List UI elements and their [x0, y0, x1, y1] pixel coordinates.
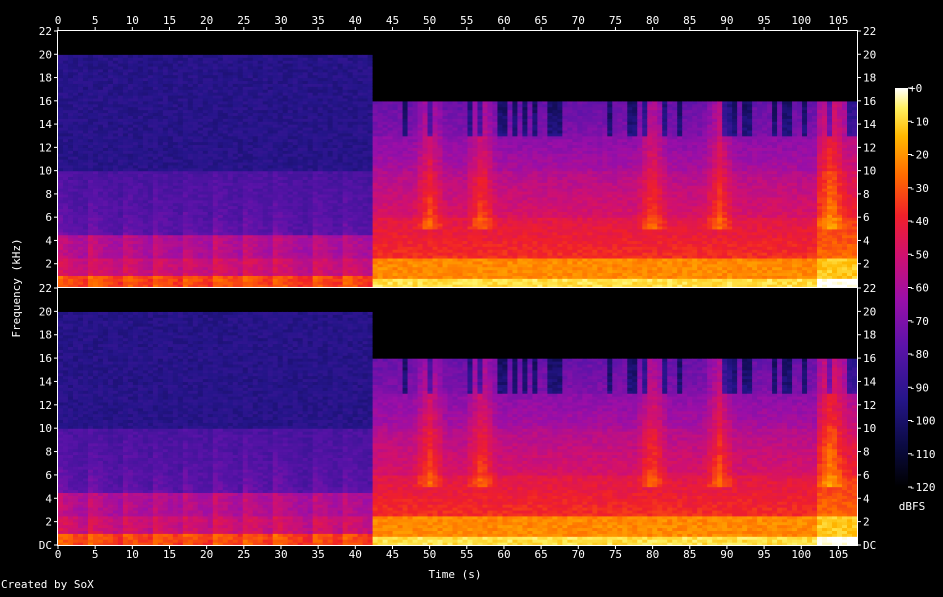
- spectrogram-cell: [87, 31, 94, 35]
- spectrogram-cell: [187, 31, 194, 35]
- spectrogram-cell: [102, 31, 109, 35]
- spectrogram-cell: [137, 31, 144, 35]
- spectrogram-cell: [72, 31, 79, 35]
- spectrogram-cell: [217, 31, 224, 35]
- spectrogram-cell: [82, 31, 89, 35]
- spectrogram-cell: [157, 31, 164, 35]
- spectrogram-cell: [212, 31, 219, 35]
- spectrogram-cell: [92, 31, 99, 35]
- spectrogram-cell: [307, 31, 314, 35]
- spectrogram-cell: [62, 31, 69, 35]
- spectrogram-chart: 0055101015152020252530303535404045455050…: [10, 14, 936, 581]
- spectrogram-cell: [147, 31, 154, 35]
- spectrogram-cell: [227, 31, 234, 35]
- spectrogram-cell: [127, 31, 134, 35]
- spectrogram-panels: [58, 31, 858, 546]
- spectrogram-cell: [262, 31, 269, 35]
- spectrogram-cell: [247, 31, 254, 35]
- spectrogram-cell: [152, 31, 159, 35]
- spectrogram-cell: [297, 31, 304, 35]
- spectrogram-cell: [132, 31, 139, 35]
- spectrogram-cell: [58, 31, 64, 35]
- spectrogram-cell: [177, 31, 184, 35]
- spectrogram-cell: [322, 31, 329, 35]
- spectrogram-cell: [287, 31, 294, 35]
- spectrogram-cell: [327, 31, 334, 35]
- spectrogram-cell: [182, 31, 189, 35]
- spectrogram-cell: [267, 31, 274, 35]
- spectrogram-cell: [107, 31, 114, 35]
- spectrogram-cell: [302, 31, 309, 35]
- spectrogram-cell: [232, 31, 239, 35]
- spectrogram-cell: [257, 31, 264, 35]
- spectrogram-cell: [277, 31, 284, 35]
- spectrogram-cell: [167, 31, 174, 35]
- spectrogram-cell: [282, 31, 289, 35]
- spectrogram-cell: [252, 31, 259, 35]
- spectrogram-cell: [332, 31, 339, 35]
- spectrogram-cell: [142, 31, 149, 35]
- spectrogram-cell: [162, 31, 169, 35]
- spectrogram-cell: [272, 31, 279, 35]
- spectrogram-cell: [192, 31, 199, 35]
- spectrogram-cell: [122, 31, 129, 35]
- channel-1-spectrogram: [58, 31, 858, 288]
- spectrogram-cell: [172, 31, 179, 35]
- spectrogram-cell: [77, 31, 84, 35]
- spectrogram-cell: [312, 31, 319, 35]
- spectrogram-cell: [222, 31, 229, 35]
- spectrogram-cell: [117, 31, 124, 35]
- spectrogram-cell: [242, 31, 249, 35]
- spectrogram-cell: [97, 31, 104, 35]
- spectrogram-cell: [237, 31, 244, 35]
- spectrogram-cell: [112, 31, 119, 35]
- spectrogram-cell: [292, 31, 299, 35]
- spectrogram-cell: [197, 31, 204, 35]
- spectrogram-cell: [317, 31, 324, 35]
- spectrogram-cell: [202, 31, 209, 35]
- spectrogram-cell: [67, 31, 74, 35]
- spectrogram-cell: [207, 31, 214, 35]
- spectrogram-figure: 0 0 5 5 10 10 15 15 20 20 25 25 30 30 35 35 40 40 45 45 50 50…: [0, 0, 943, 593]
